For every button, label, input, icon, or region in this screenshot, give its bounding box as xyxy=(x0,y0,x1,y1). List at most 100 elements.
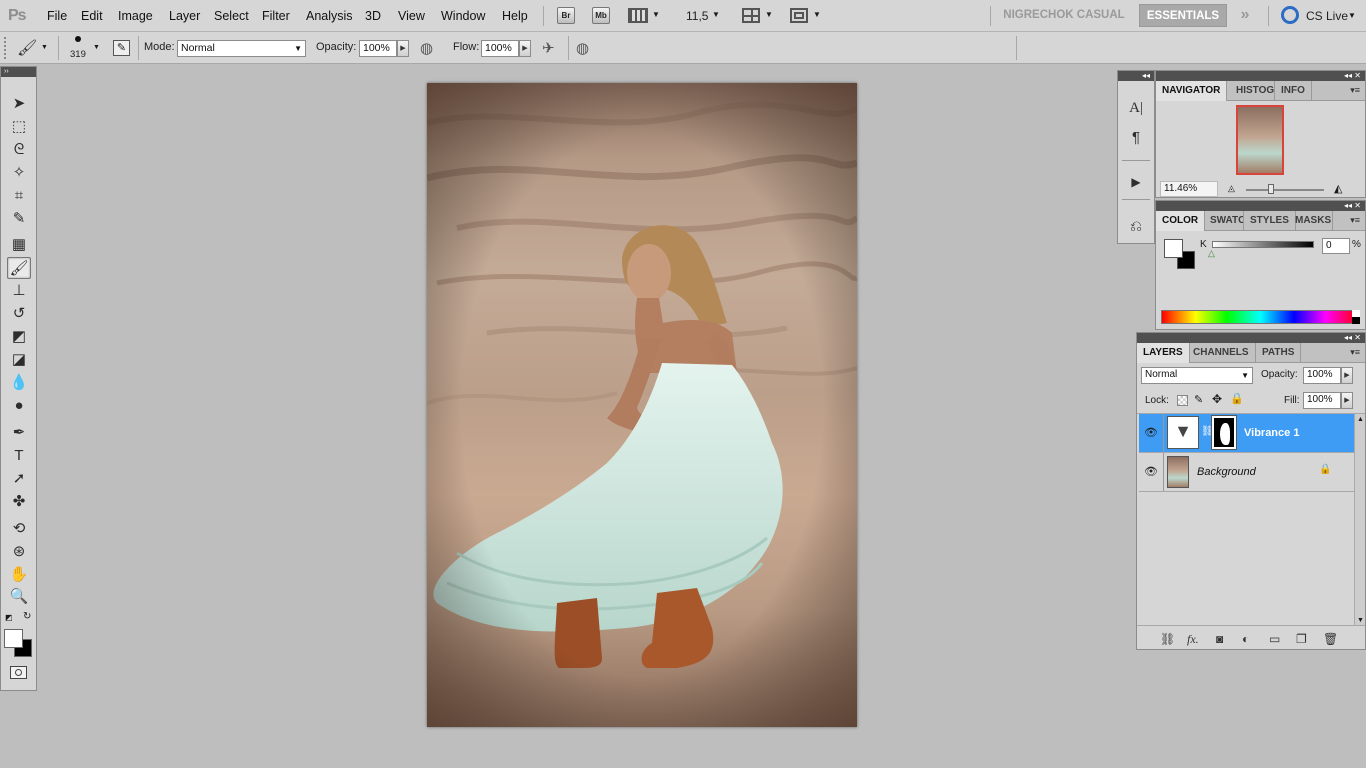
mode-select[interactable]: Normal ▼ xyxy=(177,40,306,57)
more-workspaces-button[interactable]: » xyxy=(1234,4,1256,27)
mini-bridge-button[interactable]: Mb xyxy=(592,7,610,24)
tab-paths[interactable]: PATHS xyxy=(1256,343,1302,363)
layer-style-fx-icon[interactable]: fx. xyxy=(1187,632,1199,647)
hand-tool-icon[interactable]: ✋ xyxy=(7,564,31,586)
chevron-down-icon[interactable]: ▼ xyxy=(93,44,100,51)
brush-size[interactable]: 319 xyxy=(70,49,86,60)
layer-thumbnail[interactable] xyxy=(1167,456,1189,488)
navigator-thumbnail[interactable] xyxy=(1236,105,1284,175)
tab-navigator[interactable]: NAVIGATOR xyxy=(1156,81,1228,101)
tab-histogram[interactable]: HISTOGR xyxy=(1230,81,1275,101)
character-panel-icon[interactable]: A| xyxy=(1125,97,1147,119)
chevron-down-icon[interactable]: ▼ xyxy=(712,10,720,19)
menu-analysis[interactable]: Analysis xyxy=(306,9,353,23)
layer-row-background[interactable]: 👁 Background 🔒 xyxy=(1139,453,1354,492)
workspace-custom[interactable]: NIGRECHOK CASUAL xyxy=(998,4,1130,27)
icon-dock-header[interactable]: ◂◂ xyxy=(1118,71,1154,81)
new-adjustment-layer-icon[interactable]: ◐ xyxy=(1242,632,1249,646)
scroll-down-icon[interactable]: ▼ xyxy=(1357,617,1364,624)
layer-row-vibrance[interactable]: 👁 ▼ ⛓ Vibrance 1 xyxy=(1139,414,1354,453)
workspace-essentials[interactable]: ESSENTIALS xyxy=(1139,4,1227,27)
move-tool-icon[interactable]: ➤ xyxy=(7,93,31,115)
zoom-level[interactable]: 11,5 xyxy=(686,9,708,23)
cs-live-icon[interactable] xyxy=(1281,6,1299,24)
history-brush-tool-icon[interactable]: ↺ xyxy=(7,303,31,325)
panel-menu-icon[interactable]: ▾≡ xyxy=(1350,347,1360,358)
flow-input[interactable]: 100% xyxy=(481,40,519,57)
layer-opacity-input[interactable]: 100% xyxy=(1303,367,1341,384)
layer-name[interactable]: Background xyxy=(1197,466,1256,478)
lock-transparent-pixels-icon[interactable] xyxy=(1177,395,1188,406)
eyedropper-tool-icon[interactable]: ✎ xyxy=(7,208,31,230)
blur-tool-icon[interactable]: 💧 xyxy=(7,372,31,394)
quick-selection-tool-icon[interactable]: ✧ xyxy=(7,162,31,184)
delete-layer-icon[interactable]: 🗑 xyxy=(1323,632,1338,646)
default-colors-icon[interactable]: ◩ xyxy=(5,613,13,622)
chevron-down-icon[interactable]: ▼ xyxy=(1348,11,1356,20)
menu-view[interactable]: View xyxy=(398,9,425,23)
menu-filter[interactable]: Filter xyxy=(262,9,290,23)
lock-image-pixels-icon[interactable]: ✎ xyxy=(1194,393,1203,406)
opacity-input[interactable]: 100% xyxy=(359,40,397,57)
menu-layer[interactable]: Layer xyxy=(169,9,200,23)
panel-menu-icon[interactable]: ▾≡ xyxy=(1350,85,1360,96)
zoom-slider-thumb[interactable] xyxy=(1267,184,1274,194)
3d-orbit-tool-icon[interactable]: ⊛ xyxy=(7,541,31,563)
tab-color[interactable]: COLOR xyxy=(1156,211,1206,231)
navigator-zoom-input[interactable]: 11.46% xyxy=(1160,181,1218,197)
quick-mask-icon[interactable] xyxy=(10,666,27,679)
visibility-eye-icon[interactable]: 👁 xyxy=(1144,426,1158,440)
zoom-in-icon[interactable]: ◭ xyxy=(1334,182,1342,195)
clone-stamp-tool-icon[interactable]: ⊥ xyxy=(7,280,31,302)
new-layer-icon[interactable]: ❐ xyxy=(1296,632,1307,646)
chevron-down-icon[interactable]: ▼ xyxy=(813,10,821,19)
lock-position-icon[interactable]: ✥ xyxy=(1212,392,1222,406)
k-channel-input[interactable]: 0 xyxy=(1322,238,1350,254)
lock-all-icon[interactable]: 🔒 xyxy=(1230,392,1244,405)
menu-edit[interactable]: Edit xyxy=(81,9,103,23)
eraser-tool-icon[interactable]: ◩ xyxy=(7,326,31,348)
history-panel-icon[interactable]: ⎌ xyxy=(1125,216,1147,238)
chevron-down-icon[interactable]: ▼ xyxy=(41,44,48,51)
layer-mask-thumbnail[interactable] xyxy=(1211,415,1237,450)
layers-scrollbar[interactable]: ▲ ▼ xyxy=(1354,414,1365,626)
blend-mode-select[interactable]: Normal ▼ xyxy=(1141,367,1253,384)
opacity-slider-button[interactable]: ▶ xyxy=(397,40,409,57)
arrange-documents-icon[interactable] xyxy=(742,8,760,23)
flow-slider-button[interactable]: ▶ xyxy=(519,40,531,57)
crop-tool-icon[interactable]: ⌗ xyxy=(7,185,31,207)
bridge-button[interactable]: Br xyxy=(557,7,575,24)
color-foreground-swatch[interactable] xyxy=(1164,239,1183,258)
menu-window[interactable]: Window xyxy=(441,9,485,23)
pen-tool-icon[interactable]: ✒ xyxy=(7,422,31,444)
pen-pressure-size-icon[interactable]: ◍ xyxy=(576,39,589,57)
foreground-color-swatch[interactable] xyxy=(4,629,23,648)
fill-slider-button[interactable]: ▶ xyxy=(1341,392,1353,409)
panel-header[interactable]: ◂◂ ✕ xyxy=(1137,333,1365,343)
zoom-slider-track[interactable] xyxy=(1246,189,1324,191)
vibrance-adjustment-icon[interactable]: ▼ xyxy=(1167,416,1199,449)
marquee-tool-icon[interactable]: ⬚ xyxy=(7,116,31,138)
panel-header[interactable]: ◂◂ ✕ xyxy=(1156,71,1365,81)
paint-bucket-tool-icon[interactable]: ◪ xyxy=(7,349,31,371)
cs-live-button[interactable]: CS Live xyxy=(1306,9,1348,23)
spot-healing-tool-icon[interactable]: ▦ xyxy=(7,234,31,256)
panel-header[interactable]: ◂◂ ✕ xyxy=(1156,201,1365,211)
menu-help[interactable]: Help xyxy=(502,9,528,23)
brush-tip-icon[interactable] xyxy=(75,36,81,42)
visibility-eye-icon[interactable]: 👁 xyxy=(1144,465,1158,479)
chevron-down-icon[interactable]: ▼ xyxy=(765,10,773,19)
custom-shape-tool-icon[interactable]: ✤ xyxy=(7,491,31,513)
panel-menu-icon[interactable]: ▾≡ xyxy=(1350,215,1360,226)
menu-3d[interactable]: 3D xyxy=(365,9,381,23)
3d-rotate-tool-icon[interactable]: ⟲ xyxy=(7,518,31,540)
scroll-up-icon[interactable]: ▲ xyxy=(1357,416,1364,423)
fill-input[interactable]: 100% xyxy=(1303,392,1341,409)
paragraph-panel-icon[interactable]: ¶ xyxy=(1125,127,1147,149)
brush-panel-toggle-icon[interactable]: ✎ xyxy=(113,40,130,56)
tab-layers[interactable]: LAYERS xyxy=(1137,343,1190,363)
menu-select[interactable]: Select xyxy=(214,9,249,23)
link-layers-icon[interactable]: ⛓ xyxy=(1160,632,1175,646)
actions-panel-icon[interactable]: ▶ xyxy=(1125,171,1147,193)
tab-channels[interactable]: CHANNELS xyxy=(1187,343,1256,363)
